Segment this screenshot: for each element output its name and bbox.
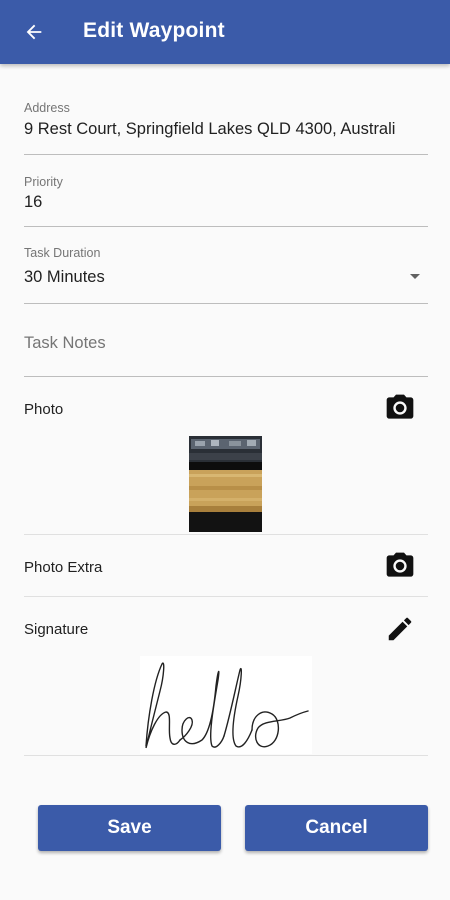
task-notes-placeholder: Task Notes	[24, 334, 106, 352]
signature-image[interactable]	[140, 656, 312, 754]
task-duration-select[interactable]: Task Duration 30 Minutes	[24, 236, 428, 304]
save-button[interactable]: Save	[38, 805, 221, 851]
back-button[interactable]	[16, 14, 52, 50]
address-field[interactable]: Address 9 Rest Court, Springfield Lakes …	[24, 92, 428, 155]
photo-extra-label: Photo Extra	[24, 559, 103, 576]
camera-icon	[386, 394, 414, 419]
priority-value: 16	[24, 193, 43, 211]
signature-edit-button[interactable]	[380, 609, 420, 649]
divider	[24, 596, 428, 597]
photo-camera-button[interactable]	[380, 388, 420, 428]
priority-label: Priority	[24, 175, 63, 189]
app-bar: Edit Waypoint	[0, 0, 450, 64]
photo-extra-camera-button[interactable]	[380, 546, 420, 586]
address-label: Address	[24, 101, 70, 115]
pencil-icon	[388, 617, 412, 641]
dropdown-arrow-icon	[410, 274, 420, 279]
camera-icon	[386, 552, 414, 577]
photo-label: Photo	[24, 401, 64, 418]
divider	[24, 755, 428, 756]
cancel-button[interactable]: Cancel	[245, 805, 428, 851]
handwritten-signature	[145, 662, 309, 749]
address-value: 9 Rest Court, Springfield Lakes QLD 4300…	[24, 120, 396, 138]
priority-field[interactable]: Priority 16	[24, 165, 428, 227]
photo-thumbnail[interactable]	[189, 436, 262, 532]
photo-image	[189, 436, 262, 532]
signature-label: Signature	[24, 621, 89, 638]
divider	[24, 534, 428, 535]
arrow-left-icon	[26, 24, 42, 40]
task-notes-input[interactable]: Task Notes	[24, 312, 428, 377]
page-title: Edit Waypoint	[83, 19, 225, 42]
task-duration-label: Task Duration	[24, 246, 101, 260]
task-duration-value: 30 Minutes	[24, 268, 105, 286]
